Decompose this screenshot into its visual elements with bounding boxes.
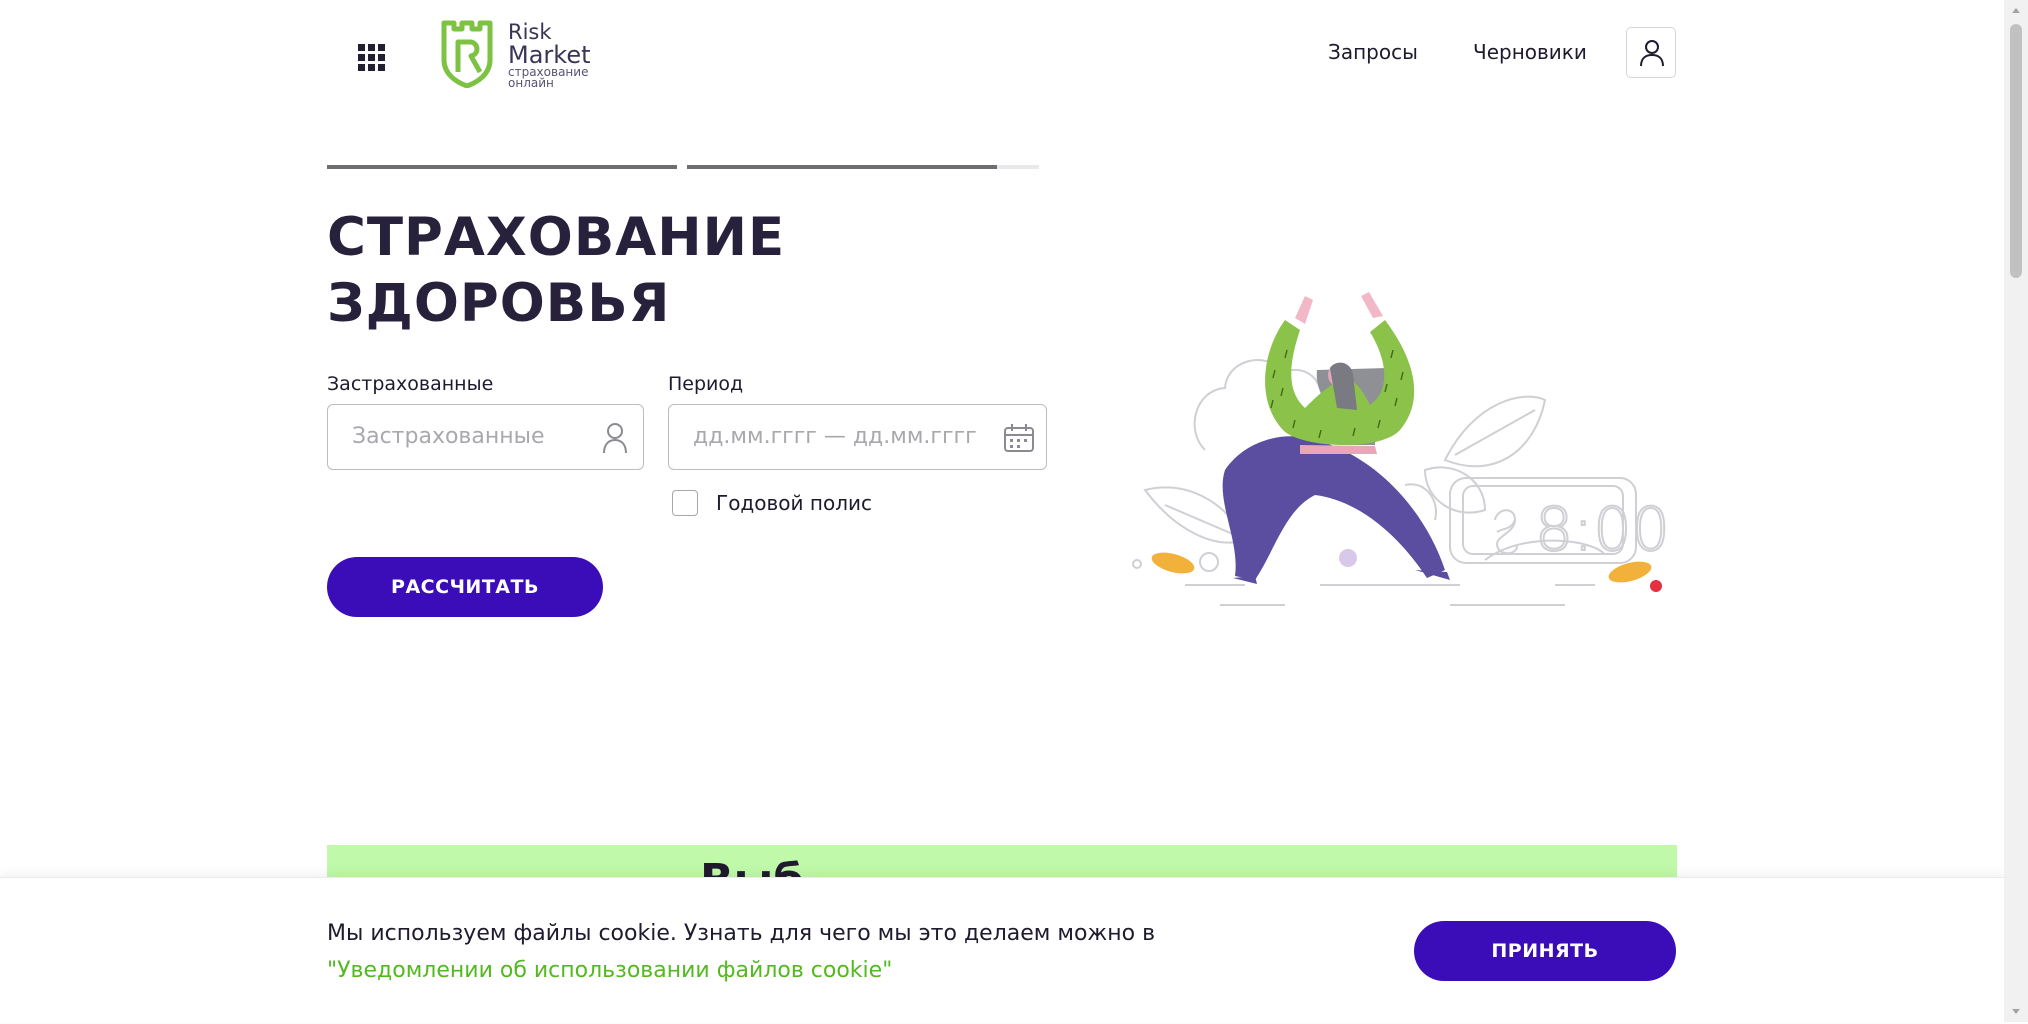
logo-text-market: Market	[508, 41, 591, 69]
insured-label: Застрахованные	[327, 373, 494, 395]
page-title-line-1: СТРАХОВАНИЕ	[327, 207, 786, 268]
vertical-scrollbar[interactable]	[2004, 0, 2028, 1022]
progress-step-2	[687, 165, 1039, 169]
page-title: СТРАХОВАНИЕ ЗДОРОВЬЯ	[327, 205, 785, 337]
nav-drafts[interactable]: Черновики	[1473, 40, 1587, 64]
scrollbar-thumb[interactable]	[2010, 24, 2022, 278]
nav-requests[interactable]: Запросы	[1328, 40, 1418, 64]
progress-step-1-fill	[327, 165, 677, 169]
annual-policy-label[interactable]: Годовой полис	[716, 491, 872, 515]
user-icon	[1640, 40, 1664, 67]
cookie-text: Мы используем файлы cookie. Узнать для ч…	[327, 921, 1156, 946]
scroll-down-icon[interactable]	[2004, 1002, 2028, 1020]
yoga-illustration: 8:00	[1132, 292, 1671, 606]
logo-tagline-2: онлайн	[508, 76, 554, 90]
scroll-up-icon[interactable]	[2004, 2, 2028, 20]
insured-input[interactable]: Застрахованные	[327, 404, 644, 470]
calendar-icon[interactable]	[1003, 423, 1035, 453]
progress-step-2-fill	[687, 165, 997, 169]
cookie-message: Мы используем файлы cookie. Узнать для ч…	[327, 915, 1155, 989]
period-label: Период	[668, 373, 744, 395]
clock-text: 8:00	[1535, 495, 1670, 565]
progress-step-1	[327, 165, 677, 169]
calculate-button[interactable]: РАССЧИТАТЬ	[327, 557, 603, 617]
cookie-policy-link[interactable]: "Уведомлении об использовании файлов coo…	[327, 952, 1155, 989]
profile-button[interactable]	[1626, 27, 1676, 78]
logo-text-risk: Risk	[508, 20, 552, 44]
logo[interactable]: Risk Market страхование онлайн	[440, 20, 600, 90]
accept-cookies-button[interactable]: ПРИНЯТЬ	[1414, 921, 1676, 981]
period-input[interactable]: дд.мм.гггг — дд.мм.гггг	[668, 404, 1047, 470]
user-icon	[603, 423, 627, 454]
logo-shield-icon	[441, 20, 493, 89]
insured-placeholder: Застрахованные	[352, 424, 545, 449]
apps-grid-icon[interactable]	[358, 44, 385, 71]
cookie-banner: Мы используем файлы cookie. Узнать для ч…	[0, 877, 2004, 1023]
page-title-line-2: ЗДОРОВЬЯ	[327, 273, 671, 334]
annual-policy-checkbox[interactable]	[672, 490, 698, 516]
period-placeholder: дд.мм.гггг — дд.мм.гггг	[693, 424, 977, 449]
